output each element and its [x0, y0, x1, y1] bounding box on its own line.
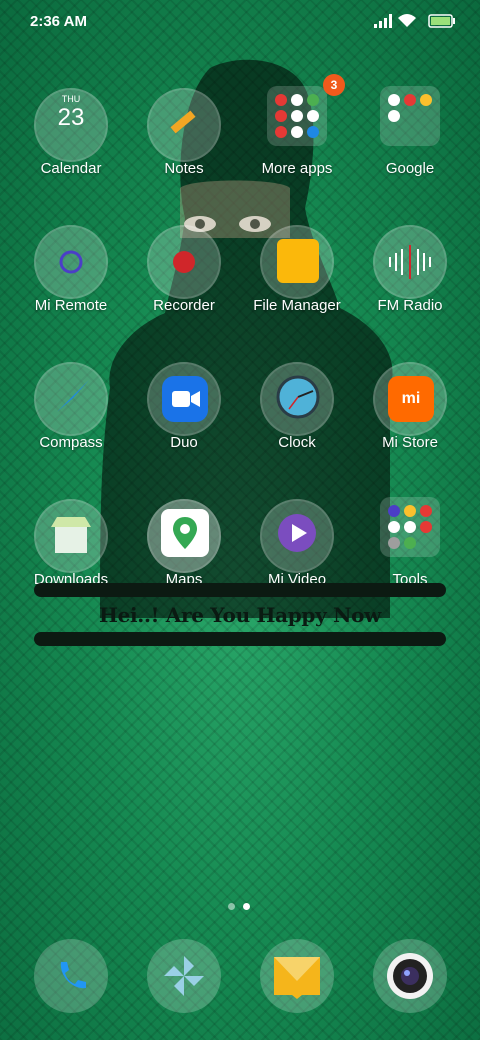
calendar-day: THU — [61, 94, 81, 104]
app-file-manager[interactable]: File Manager — [237, 217, 357, 337]
remote-dial-icon — [59, 250, 83, 274]
app-mi-store[interactable]: mi Mi Store — [350, 354, 470, 474]
app-mi-remote[interactable]: Mi Remote — [11, 217, 131, 337]
folder-icon — [380, 86, 440, 146]
phone-icon[interactable] — [34, 939, 108, 1013]
page-dot — [228, 903, 235, 910]
waveform-icon — [389, 245, 431, 279]
pencil-icon — [170, 110, 196, 134]
download-box-icon — [51, 517, 91, 553]
banner-top-bar — [34, 583, 446, 597]
calendar-date: 23 — [57, 104, 85, 131]
app-label: Mi Store — [382, 434, 438, 451]
mi-logo-icon: mi — [388, 376, 434, 422]
page-indicator — [228, 897, 258, 915]
app-label: Google — [385, 160, 435, 177]
app-fm-radio[interactable]: FM Radio — [350, 217, 470, 337]
app-label: Clock — [278, 434, 316, 451]
app-recorder[interactable]: Recorder — [124, 217, 244, 337]
messages-icon[interactable] — [260, 939, 334, 1013]
app-compass[interactable]: Compass — [11, 354, 131, 474]
folder-icon — [380, 497, 440, 557]
app-label: File Manager — [253, 297, 341, 314]
app-label: Duo — [170, 434, 198, 451]
app-label: Calendar — [40, 160, 102, 177]
banner-text: Hei..! Are You Happy Now — [98, 603, 382, 627]
status-bar: 2:36 AM — [0, 0, 480, 44]
app-label: Mi Remote — [34, 297, 108, 314]
wifi-icon — [398, 14, 416, 27]
video-camera-icon — [162, 376, 208, 422]
clock-face-icon — [276, 375, 320, 419]
app-label: Recorder — [153, 297, 215, 314]
map-pin-icon — [161, 509, 209, 557]
app-label: Notes — [164, 160, 204, 177]
compass-needle-icon — [57, 380, 89, 412]
camera-icon[interactable] — [373, 939, 447, 1013]
banner-bottom-bar — [34, 632, 446, 646]
app-google-folder[interactable]: Google — [350, 80, 470, 200]
notification-badge: 3 — [323, 74, 345, 96]
folder-yellow-icon — [277, 239, 319, 283]
app-label: Compass — [39, 434, 103, 451]
play-icon — [278, 514, 316, 552]
app-clock[interactable]: Clock — [237, 354, 357, 474]
page-dot-current — [243, 903, 250, 910]
gallery-icon[interactable] — [147, 939, 221, 1013]
app-more-apps-folder[interactable]: 3 More apps — [237, 74, 357, 200]
app-label: FM Radio — [377, 297, 443, 314]
app-calendar[interactable]: THU 23 Calendar — [11, 80, 131, 200]
app-duo[interactable]: Duo — [124, 354, 244, 474]
app-notes[interactable]: Notes — [124, 80, 244, 200]
folder-icon — [267, 86, 327, 146]
signal-icon — [374, 14, 392, 28]
status-time: 2:36 AM — [30, 13, 87, 30]
battery-icon — [428, 14, 455, 28]
record-dot-icon — [173, 251, 195, 273]
app-label: More apps — [261, 160, 333, 177]
